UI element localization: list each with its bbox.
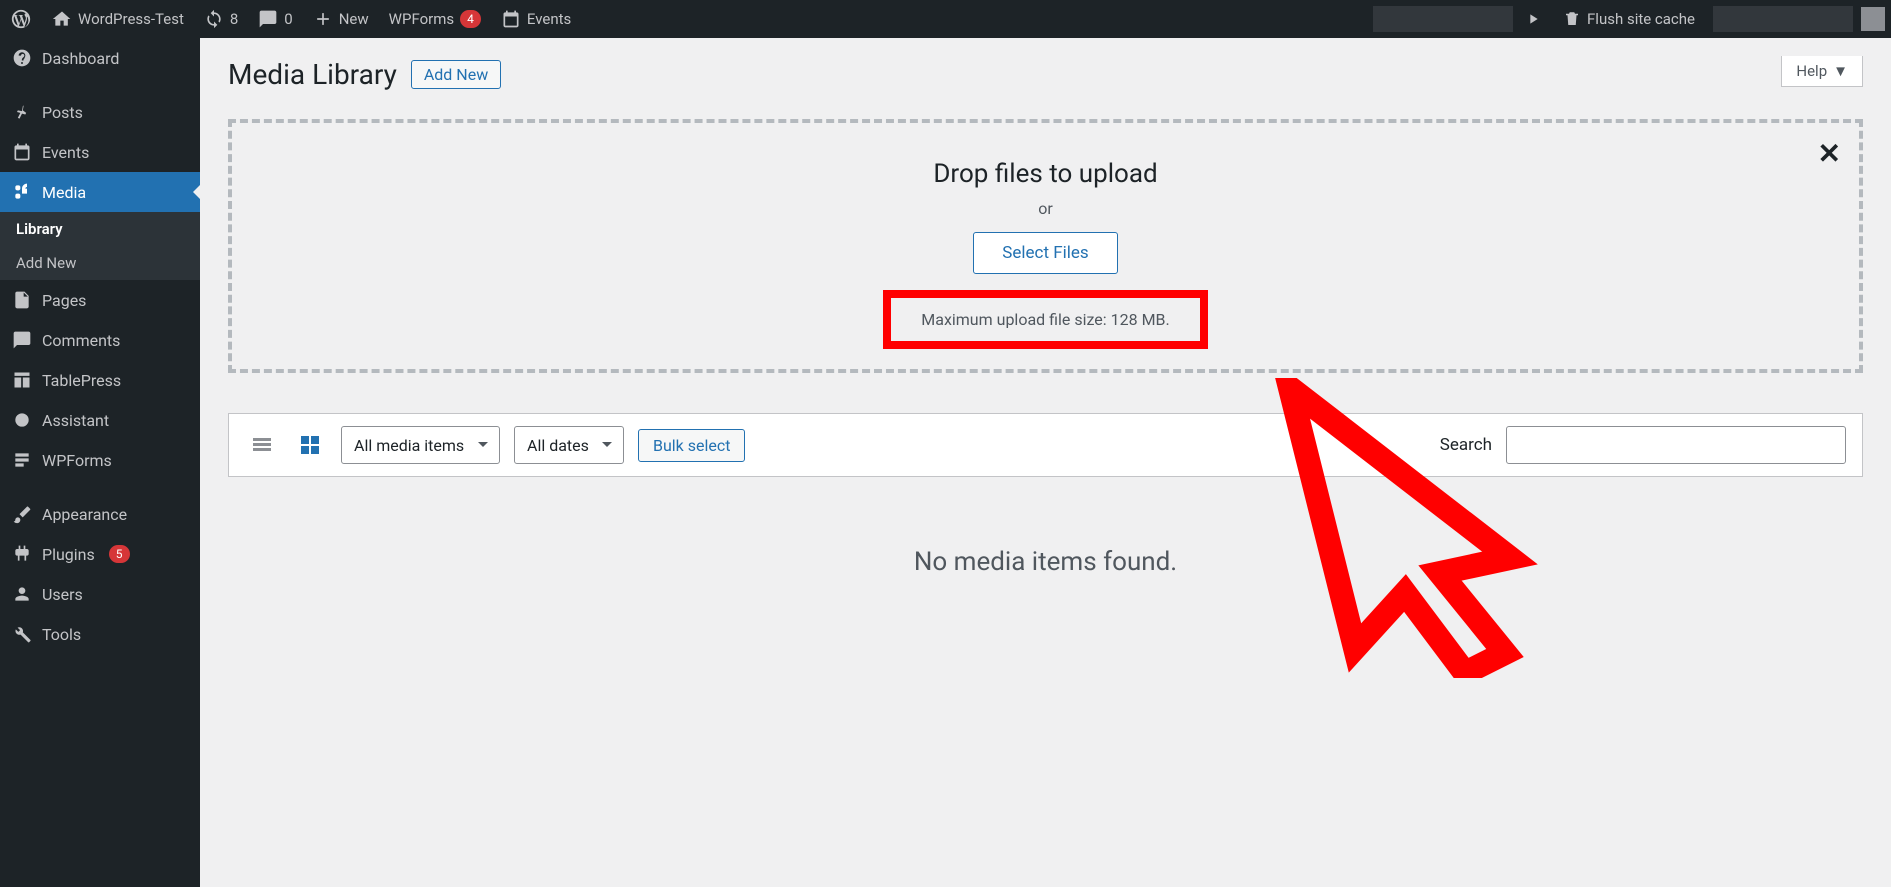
submenu-media: Library Add New bbox=[0, 212, 200, 280]
calendar-icon bbox=[12, 142, 32, 162]
table-icon bbox=[12, 370, 32, 390]
brush-icon bbox=[12, 504, 32, 524]
submenu-add-new[interactable]: Add New bbox=[0, 246, 200, 280]
submenu-library[interactable]: Library bbox=[0, 212, 200, 246]
wordpress-icon bbox=[10, 8, 32, 30]
menu-tools-label: Tools bbox=[42, 625, 81, 644]
wpforms-link[interactable]: WPForms 4 bbox=[379, 0, 491, 38]
select-files-button[interactable]: Select Files bbox=[973, 232, 1117, 274]
main-content: Help ▼ Media Library Add New ✕ Drop file… bbox=[200, 38, 1891, 887]
menu-media[interactable]: Media bbox=[0, 172, 200, 212]
page-title: Media Library bbox=[228, 58, 397, 91]
menu-plugins[interactable]: Plugins 5 bbox=[0, 534, 200, 574]
help-tab[interactable]: Help ▼ bbox=[1781, 56, 1863, 87]
max-upload-size: Maximum upload file size: 128 MB. bbox=[921, 310, 1169, 329]
menu-appearance-label: Appearance bbox=[42, 505, 127, 524]
menu-posts[interactable]: Posts bbox=[0, 92, 200, 132]
view-grid-button[interactable] bbox=[293, 428, 327, 462]
menu-tablepress[interactable]: TablePress bbox=[0, 360, 200, 400]
user-icon bbox=[12, 584, 32, 604]
menu-pages[interactable]: Pages bbox=[0, 280, 200, 320]
menu-assistant-label: Assistant bbox=[42, 411, 109, 430]
help-label: Help bbox=[1796, 62, 1827, 80]
site-name: WordPress-Test bbox=[78, 10, 184, 28]
menu-pages-label: Pages bbox=[42, 291, 86, 310]
plugin-icon bbox=[12, 544, 32, 564]
adminbar-search-2[interactable] bbox=[1713, 6, 1853, 32]
menu-users[interactable]: Users bbox=[0, 574, 200, 614]
form-icon bbox=[12, 450, 32, 470]
admin-bar: WordPress-Test 8 0 New WPForms 4 Events bbox=[0, 0, 1891, 38]
trash-icon bbox=[1563, 10, 1581, 28]
site-link[interactable]: WordPress-Test bbox=[42, 0, 194, 38]
plugins-badge: 5 bbox=[109, 545, 130, 563]
dashboard-icon bbox=[12, 48, 32, 68]
refresh-icon bbox=[204, 9, 224, 29]
menu-events[interactable]: Events bbox=[0, 132, 200, 172]
menu-tools[interactable]: Tools bbox=[0, 614, 200, 654]
user-avatar[interactable] bbox=[1861, 7, 1885, 31]
media-uploader[interactable]: ✕ Drop files to upload or Select Files M… bbox=[228, 119, 1863, 373]
play-button[interactable] bbox=[1521, 0, 1545, 38]
admin-sidebar: Dashboard Posts Events Media Library Add… bbox=[0, 38, 200, 887]
drop-instruction: Drop files to upload bbox=[252, 159, 1839, 189]
media-icon bbox=[12, 182, 32, 202]
menu-dashboard[interactable]: Dashboard bbox=[0, 38, 200, 78]
new-label: New bbox=[339, 10, 369, 28]
updates-count: 8 bbox=[230, 10, 238, 28]
updates-link[interactable]: 8 bbox=[194, 0, 248, 38]
menu-wpforms[interactable]: WPForms bbox=[0, 440, 200, 480]
menu-comments[interactable]: Comments bbox=[0, 320, 200, 360]
comments-link[interactable]: 0 bbox=[248, 0, 302, 38]
calendar-icon bbox=[501, 9, 521, 29]
or-text: or bbox=[252, 199, 1839, 218]
home-icon bbox=[52, 9, 72, 29]
add-new-button[interactable]: Add New bbox=[411, 60, 501, 89]
flush-cache-button[interactable]: Flush site cache bbox=[1553, 0, 1705, 38]
assistant-icon bbox=[12, 410, 32, 430]
menu-events-label: Events bbox=[42, 143, 89, 162]
wpforms-badge: 4 bbox=[460, 10, 481, 28]
wpforms-label: WPForms bbox=[389, 10, 454, 28]
menu-appearance[interactable]: Appearance bbox=[0, 494, 200, 534]
comments-count: 0 bbox=[284, 10, 292, 28]
max-size-highlight: Maximum upload file size: 128 MB. bbox=[883, 290, 1207, 349]
menu-media-label: Media bbox=[42, 183, 86, 202]
list-icon bbox=[250, 433, 274, 457]
grid-icon bbox=[298, 433, 322, 457]
adminbar-search[interactable] bbox=[1373, 6, 1513, 32]
menu-assistant[interactable]: Assistant bbox=[0, 400, 200, 440]
menu-tablepress-label: TablePress bbox=[42, 371, 121, 390]
wp-logo[interactable] bbox=[0, 0, 42, 38]
menu-wpforms-label: WPForms bbox=[42, 451, 112, 470]
menu-comments-label: Comments bbox=[42, 331, 120, 350]
menu-posts-label: Posts bbox=[42, 103, 83, 122]
comment-icon bbox=[258, 9, 278, 29]
plus-icon bbox=[313, 9, 333, 29]
pin-icon bbox=[12, 102, 32, 122]
menu-plugins-label: Plugins bbox=[42, 545, 95, 564]
events-label: Events bbox=[527, 10, 571, 28]
filter-media-type[interactable]: All media items bbox=[341, 426, 500, 464]
flush-cache-label: Flush site cache bbox=[1587, 10, 1695, 28]
new-link[interactable]: New bbox=[303, 0, 379, 38]
close-uploader-button[interactable]: ✕ bbox=[1818, 137, 1841, 170]
bulk-select-button[interactable]: Bulk select bbox=[638, 429, 745, 462]
view-list-button[interactable] bbox=[245, 428, 279, 462]
media-toolbar: All media items All dates Bulk select Se… bbox=[228, 413, 1863, 477]
chevron-down-icon: ▼ bbox=[1833, 62, 1848, 80]
search-label: Search bbox=[1440, 435, 1492, 455]
play-icon bbox=[1525, 11, 1541, 27]
comment-icon bbox=[12, 330, 32, 350]
filter-date[interactable]: All dates bbox=[514, 426, 624, 464]
wrench-icon bbox=[12, 624, 32, 644]
page-icon bbox=[12, 290, 32, 310]
search-media-input[interactable] bbox=[1506, 426, 1846, 464]
menu-users-label: Users bbox=[42, 585, 83, 604]
no-media-message: No media items found. bbox=[228, 547, 1863, 577]
menu-dashboard-label: Dashboard bbox=[42, 49, 119, 68]
events-link[interactable]: Events bbox=[491, 0, 581, 38]
